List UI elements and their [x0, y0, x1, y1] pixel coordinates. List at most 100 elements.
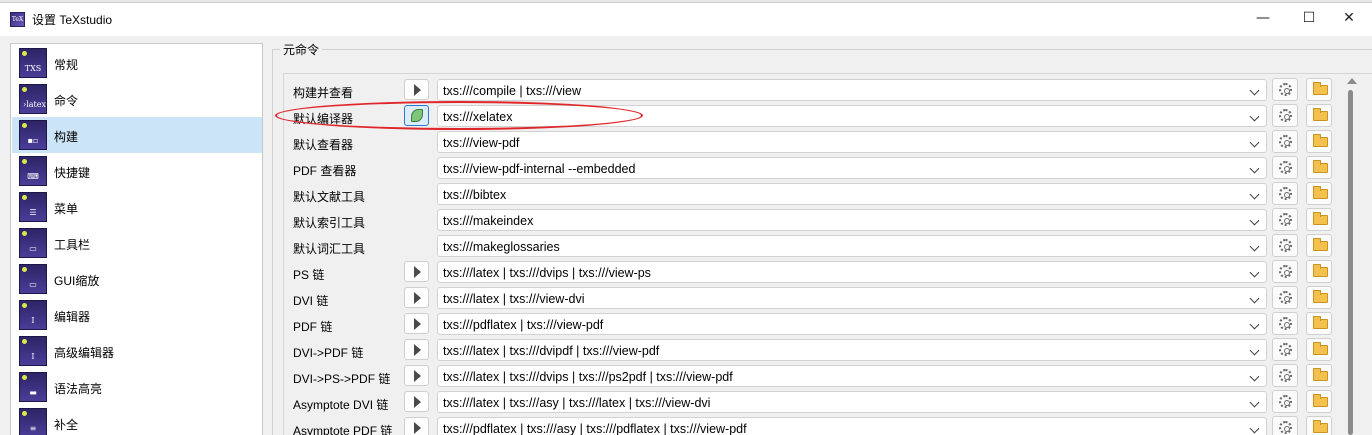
command-row: DVI->PDF 链 txs:///latex | txs:///dvipdf |… [284, 337, 1372, 363]
chevron-down-icon[interactable] [1249, 215, 1260, 226]
command-combobox[interactable]: txs:///latex | txs:///asy | txs:///latex… [437, 391, 1267, 413]
browse-button[interactable] [1306, 312, 1332, 335]
sidebar-item[interactable]: ≡ 补全 [12, 405, 262, 435]
close-button[interactable]: ✕ [1326, 3, 1372, 33]
chevron-down-icon[interactable] [1249, 111, 1260, 122]
command-combobox[interactable]: txs:///latex | txs:///dvipdf | txs:///vi… [437, 339, 1267, 361]
run-command-button[interactable] [404, 79, 429, 100]
minimize-button[interactable]: — [1240, 3, 1286, 33]
browse-button[interactable] [1306, 286, 1332, 309]
configure-button[interactable] [1272, 234, 1298, 257]
folder-icon [1313, 264, 1328, 277]
chevron-down-icon[interactable] [1249, 163, 1260, 174]
sidebar-item[interactable]: ▭ GUI缩放 [12, 261, 262, 297]
sidebar-item[interactable]: ▬ 语法高亮 [12, 369, 262, 405]
folder-icon [1313, 290, 1328, 303]
command-combobox[interactable]: txs:///makeindex [437, 209, 1267, 231]
settings-category-list[interactable]: TXS 常规 ›latex 命令 ▪▫ 构建 ⌨ 快捷键 ☰ 菜单 ▭ 工具栏 ▭ GUI缩放 I 编辑器 I 高… [10, 43, 263, 435]
browse-button[interactable] [1306, 234, 1332, 257]
configure-button[interactable] [1272, 338, 1298, 361]
sidebar-item[interactable]: ☰ 菜单 [12, 189, 262, 225]
completion-icon: ≡ [19, 408, 47, 435]
command-combobox[interactable]: txs:///latex | txs:///dvips | txs:///ps2… [437, 365, 1267, 387]
play-icon [414, 84, 421, 96]
run-command-button[interactable] [404, 417, 429, 435]
sidebar-item[interactable]: TXS 常规 [12, 45, 262, 81]
gear-icon [1279, 109, 1292, 122]
texstudio-logo-icon: TeX [10, 12, 25, 27]
folder-icon [1313, 238, 1328, 251]
gear-icon [1279, 343, 1292, 356]
chevron-down-icon[interactable] [1249, 371, 1260, 382]
scroll-up-arrow-icon[interactable] [1347, 78, 1357, 84]
configure-button[interactable] [1272, 104, 1298, 127]
configure-button[interactable] [1272, 364, 1298, 387]
play-icon [414, 344, 421, 356]
command-combobox[interactable]: txs:///compile | txs:///view [437, 79, 1267, 101]
gear-icon [1279, 317, 1292, 330]
chevron-down-icon[interactable] [1249, 189, 1260, 200]
chevron-down-icon[interactable] [1249, 267, 1260, 278]
configure-button[interactable] [1272, 312, 1298, 335]
browse-button[interactable] [1306, 364, 1332, 387]
play-icon [414, 266, 421, 278]
folder-icon [1313, 212, 1328, 225]
run-command-button[interactable] [404, 287, 429, 308]
chevron-down-icon[interactable] [1249, 137, 1260, 148]
run-command-button[interactable] [404, 391, 429, 412]
configure-button[interactable] [1272, 416, 1298, 435]
run-command-button[interactable] [404, 261, 429, 282]
command-row: 默认查看器 txs:///view-pdf [284, 129, 1372, 155]
browse-button[interactable] [1306, 78, 1332, 101]
browse-button[interactable] [1306, 156, 1332, 179]
configure-button[interactable] [1272, 130, 1298, 153]
chevron-down-icon[interactable] [1249, 241, 1260, 252]
run-command-button[interactable] [404, 339, 429, 360]
configure-button[interactable] [1272, 182, 1298, 205]
chevron-down-icon[interactable] [1249, 423, 1260, 434]
sidebar-item[interactable]: ▪▫ 构建 [12, 117, 262, 153]
sidebar-item[interactable]: I 高级编辑器 [12, 333, 262, 369]
browse-button[interactable] [1306, 260, 1332, 283]
browse-button[interactable] [1306, 338, 1332, 361]
browse-button[interactable] [1306, 416, 1332, 435]
command-combobox[interactable]: txs:///view-pdf [437, 131, 1267, 153]
chevron-down-icon[interactable] [1249, 345, 1260, 356]
command-row: PDF 查看器 txs:///view-pdf-internal --embedd… [284, 155, 1372, 181]
command-combobox[interactable]: txs:///view-pdf-internal --embedded [437, 157, 1267, 179]
browse-button[interactable] [1306, 208, 1332, 231]
sidebar-item-label: 编辑器 [54, 310, 91, 324]
configure-button[interactable] [1272, 390, 1298, 413]
configure-button[interactable] [1272, 286, 1298, 309]
command-combobox[interactable]: txs:///bibtex [437, 183, 1267, 205]
command-value: txs:///bibtex [443, 188, 507, 202]
sidebar-item[interactable]: ⌨ 快捷键 [12, 153, 262, 189]
icon-glyph: ›latex [23, 100, 46, 109]
command-combobox[interactable]: txs:///latex | txs:///dvips | txs:///vie… [437, 261, 1267, 283]
run-command-button[interactable] [404, 365, 429, 386]
scrollbar-thumb[interactable] [1348, 90, 1353, 435]
browse-button[interactable] [1306, 130, 1332, 153]
configure-button[interactable] [1272, 208, 1298, 231]
browse-button[interactable] [1306, 390, 1332, 413]
sidebar-item[interactable]: ›latex 命令 [12, 81, 262, 117]
command-combobox[interactable]: txs:///pdflatex | txs:///view-pdf [437, 313, 1267, 335]
configure-button[interactable] [1272, 260, 1298, 283]
sidebar-item[interactable]: ▭ 工具栏 [12, 225, 262, 261]
icon-glyph: ▬ [29, 388, 37, 397]
chevron-down-icon[interactable] [1249, 319, 1260, 330]
configure-button[interactable] [1272, 78, 1298, 101]
configure-button[interactable] [1272, 156, 1298, 179]
sidebar-item[interactable]: I 编辑器 [12, 297, 262, 333]
run-command-button[interactable] [404, 313, 429, 334]
chevron-down-icon[interactable] [1249, 397, 1260, 408]
icon-glyph: ▭ [29, 244, 37, 253]
folder-icon [1313, 342, 1328, 355]
browse-button[interactable] [1306, 182, 1332, 205]
command-combobox[interactable]: txs:///pdflatex | txs:///asy | txs:///pd… [437, 417, 1267, 435]
chevron-down-icon[interactable] [1249, 293, 1260, 304]
chevron-down-icon[interactable] [1249, 85, 1260, 96]
command-combobox[interactable]: txs:///makeglossaries [437, 235, 1267, 257]
command-combobox[interactable]: txs:///latex | txs:///view-dvi [437, 287, 1267, 309]
browse-button[interactable] [1306, 104, 1332, 127]
